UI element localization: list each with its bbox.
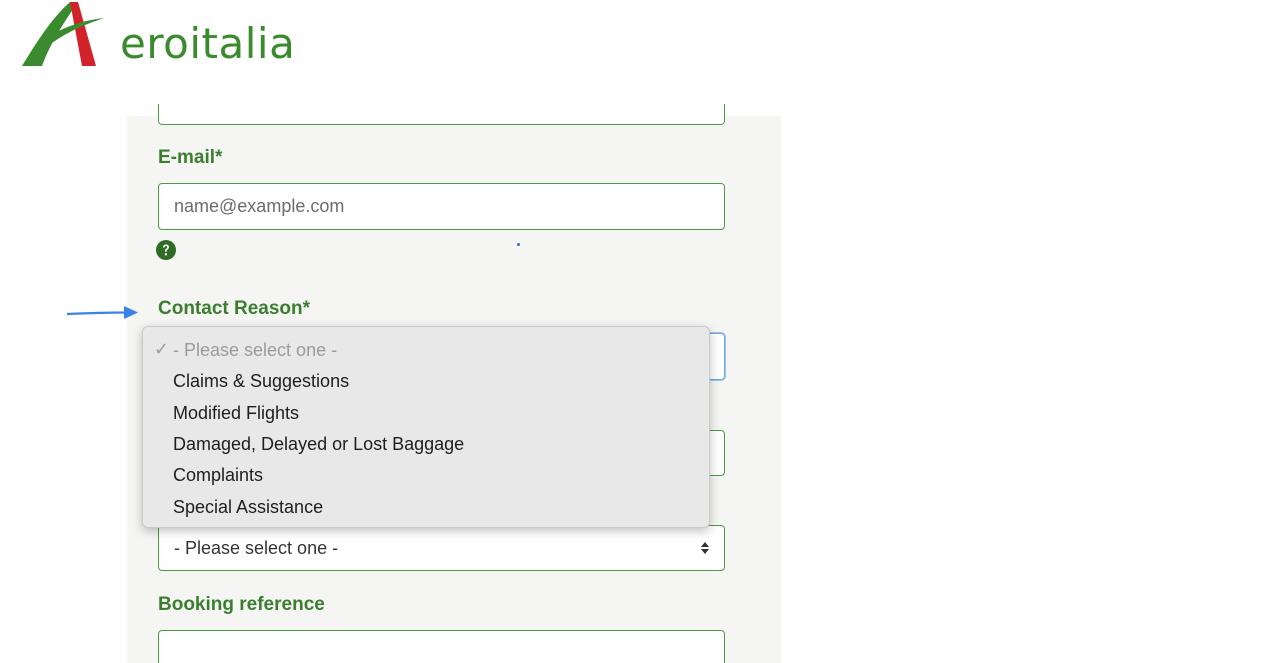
dropdown-option-baggage[interactable]: Damaged, Delayed or Lost Baggage	[173, 433, 464, 455]
dropdown-option-special-assistance[interactable]: Special Assistance	[173, 496, 323, 518]
select-arrows-icon	[701, 542, 709, 554]
dropdown-option-placeholder[interactable]: - Please select one -	[173, 339, 337, 361]
email-label: E-mail*	[158, 147, 223, 168]
email-field[interactable]: name@example.com	[158, 183, 725, 230]
dropdown-option-claims[interactable]: Claims & Suggestions	[173, 370, 349, 392]
logo-a-mark-icon	[22, 2, 104, 66]
secondary-select[interactable]: - Please select one -	[158, 525, 725, 571]
cursor-dot	[517, 243, 520, 246]
contact-reason-label: Contact Reason*	[158, 298, 311, 319]
arrow-right-icon	[66, 306, 138, 319]
page: eroitalia E-mail* name@example.com Conta…	[0, 0, 1280, 663]
previous-input-field[interactable]	[158, 104, 725, 125]
logo-wordmark: eroitalia	[120, 19, 296, 68]
checkmark-icon: ✓	[154, 339, 170, 359]
dropdown-option-modified-flights[interactable]: Modified Flights	[173, 402, 299, 424]
booking-reference-label: Booking reference	[158, 594, 325, 615]
aeroitalia-logo[interactable]: eroitalia	[20, 0, 300, 75]
dropdown-option-complaints[interactable]: Complaints	[173, 464, 263, 486]
contact-reason-dropdown: ✓ - Please select one - Claims & Suggest…	[142, 326, 710, 528]
question-circle-icon[interactable]	[156, 240, 176, 260]
email-placeholder: name@example.com	[174, 196, 345, 216]
secondary-select-value: - Please select one -	[174, 538, 339, 558]
booking-reference-input[interactable]	[158, 630, 725, 663]
